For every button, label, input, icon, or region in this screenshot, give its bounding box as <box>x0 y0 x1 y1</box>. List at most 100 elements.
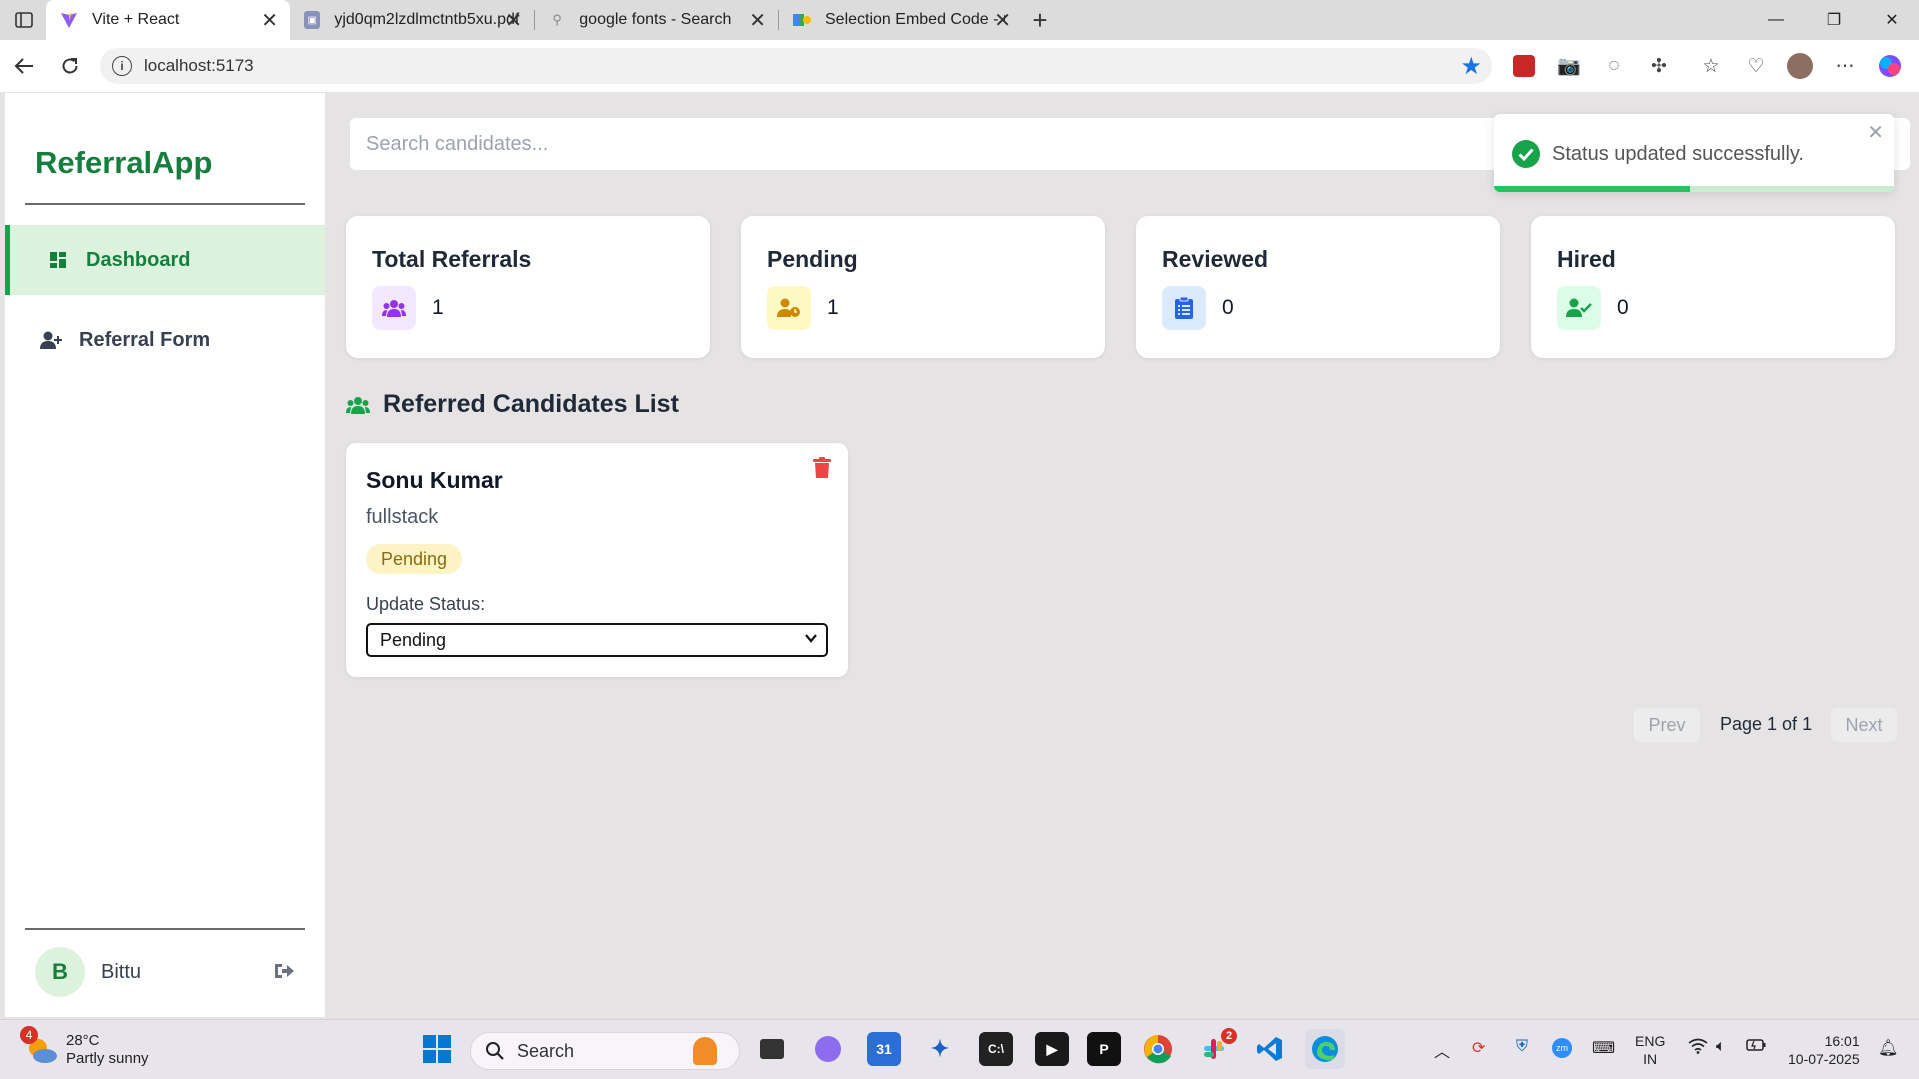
stat-title: Pending <box>767 246 858 272</box>
chrome-icon[interactable] <box>1141 1032 1175 1066</box>
candidate-card: Sonu Kumar fullstack Pending Update Stat… <box>346 443 848 677</box>
clipboard-list-icon <box>1162 286 1206 330</box>
weather-partly-sunny-icon: 4 <box>20 1026 60 1068</box>
notifications-icon[interactable]: 🔔︎ <box>1878 1038 1898 1058</box>
toast-notification: Status updated successfully. ✕ <box>1494 114 1894 192</box>
sidebar-item-dashboard[interactable]: Dashboard <box>5 225 325 295</box>
chevron-down-icon <box>805 634 817 643</box>
minimize-icon[interactable]: — <box>1756 6 1796 34</box>
taskbar-search[interactable]: Search <box>470 1032 740 1070</box>
prev-page-button[interactable]: Prev <box>1634 708 1700 742</box>
candidate-role: fullstack <box>366 506 439 528</box>
zoom-icon[interactable]: zm <box>1552 1038 1572 1058</box>
favorite-star-icon[interactable]: ★ <box>1460 52 1482 81</box>
tab-google-search[interactable]: ⚲ google fonts - Search ✕ <box>535 0 778 40</box>
favorites-icon[interactable]: ☆ <box>1697 52 1725 80</box>
close-icon[interactable]: ✕ <box>1867 120 1884 145</box>
users-icon <box>345 396 371 414</box>
extension-red-icon[interactable] <box>1510 52 1538 80</box>
url-bar[interactable]: i localhost:5173 ★ <box>100 48 1492 84</box>
terminal-icon[interactable]: C:\ <box>979 1032 1013 1066</box>
close-tab-icon[interactable]: ✕ <box>505 8 522 33</box>
status-select[interactable]: Pending <box>366 623 828 657</box>
extensions-puzzle-icon[interactable]: ✣ <box>1645 52 1673 80</box>
weather-widget[interactable]: 4 28°C Partly sunny <box>20 1026 149 1068</box>
browser-address-bar: i localhost:5173 ★ 📷 ◌ ✣ ☆ ♡ ⋯ <box>0 40 1919 92</box>
language-indicator[interactable]: ENG IN <box>1635 1032 1665 1068</box>
profile-avatar-icon[interactable] <box>1786 52 1814 80</box>
lang-line1: ENG <box>1635 1033 1666 1049</box>
user-clock-icon <box>767 286 811 330</box>
heading-text: Referred Candidates List <box>383 390 679 418</box>
sidebar-item-referral-form[interactable]: Referral Form <box>5 305 325 375</box>
browser-tab-bar: Vite + React ✕ ▣ yjd0qm2lzdlmctntb5xu.pd… <box>0 0 1919 40</box>
app-icon-black[interactable]: P <box>1087 1032 1121 1066</box>
wifi-icon[interactable] <box>1688 1038 1708 1059</box>
copilot-taskbar-icon[interactable] <box>811 1032 845 1066</box>
back-icon[interactable] <box>8 50 40 82</box>
site-info-icon[interactable]: i <box>112 56 132 76</box>
user-name: Bittu <box>101 960 142 983</box>
windows-start-icon[interactable] <box>420 1032 454 1066</box>
stat-card-total-referrals: Total Referrals 1 <box>346 216 710 358</box>
windows-taskbar: 4 28°C Partly sunny Search 31 ✦ C:\ ▶ P … <box>0 1019 1919 1079</box>
app-icon-blue[interactable]: ✦ <box>923 1032 957 1066</box>
close-window-icon[interactable]: ✕ <box>1872 6 1912 34</box>
new-tab-icon[interactable]: + <box>1024 4 1056 36</box>
task-view-icon[interactable] <box>755 1032 789 1066</box>
tab-title: google fonts - Search <box>579 11 732 28</box>
restore-icon[interactable]: ❐ <box>1814 6 1854 34</box>
vscode-icon[interactable] <box>1253 1032 1287 1066</box>
extension-circle-icon[interactable]: ◌ <box>1600 52 1628 80</box>
volume-icon[interactable]: 🔈︎ <box>1716 1038 1726 1056</box>
search-highlight-icon <box>693 1037 717 1065</box>
sidebar: ReferralApp Dashboard Referral Form B Bi… <box>5 93 325 1017</box>
app-icon-dark[interactable]: ▶ <box>1035 1032 1069 1066</box>
tab-vite-react[interactable]: Vite + React ✕ <box>46 0 290 40</box>
stat-value: 0 <box>1222 296 1234 319</box>
dashboard-icon <box>46 252 70 268</box>
slack-icon[interactable]: 2 <box>1197 1028 1237 1066</box>
stat-value: 1 <box>432 296 444 319</box>
tab-pdf[interactable]: ▣ yjd0qm2lzdlmctntb5xu.pdf ✕ <box>290 0 534 40</box>
copilot-icon[interactable] <box>1876 52 1904 80</box>
url-text: localhost:5173 <box>144 56 254 75</box>
google-fonts-icon <box>793 11 811 29</box>
stat-card-hired: Hired 0 <box>1531 216 1895 358</box>
stat-title: Hired <box>1557 246 1616 272</box>
sidebar-item-label: Dashboard <box>86 248 191 271</box>
users-icon <box>372 286 416 330</box>
stat-title: Total Referrals <box>372 246 532 272</box>
sidebar-divider <box>25 203 305 205</box>
logout-icon[interactable] <box>273 960 295 982</box>
more-options-icon[interactable]: ⋯ <box>1831 52 1859 80</box>
tray-overflow-icon[interactable]: ︿ <box>1434 1038 1450 1062</box>
sidebar-item-label: Referral Form <box>79 328 211 351</box>
weather-temp: 28°C <box>66 1032 100 1049</box>
defender-icon[interactable]: ⛨ <box>1516 1038 1528 1056</box>
edge-icon[interactable] <box>1305 1029 1345 1069</box>
weather-desc: Partly sunny <box>66 1050 149 1067</box>
close-tab-icon[interactable]: ✕ <box>749 8 766 33</box>
close-tab-icon[interactable]: ✕ <box>994 8 1011 33</box>
keyboard-icon[interactable]: ⌨ <box>1592 1038 1615 1058</box>
clock-date: 10-07-2025 <box>1788 1051 1860 1067</box>
browser-essentials-icon[interactable]: ♡ <box>1742 52 1770 80</box>
camera-icon[interactable]: 📷 <box>1555 52 1583 80</box>
battery-icon[interactable] <box>1746 1038 1766 1057</box>
next-page-button[interactable]: Next <box>1831 708 1897 742</box>
reload-icon[interactable] <box>54 50 86 82</box>
stat-card-reviewed: Reviewed 0 <box>1136 216 1500 358</box>
status-select-value: Pending <box>380 629 447 650</box>
clock[interactable]: 16:01 10-07-2025 <box>1788 1032 1860 1068</box>
sidebar-divider <box>25 928 305 930</box>
sync-icon[interactable]: ⟳ <box>1472 1038 1485 1058</box>
trash-icon[interactable] <box>812 457 832 479</box>
search-icon <box>486 1042 504 1060</box>
tab-google-fonts[interactable]: Selection Embed Code - Google F ✕ <box>779 0 1023 40</box>
app-logo: ReferralApp <box>35 145 213 180</box>
calendar-icon[interactable]: 31 <box>867 1032 901 1066</box>
tab-actions-icon[interactable] <box>8 4 40 36</box>
close-tab-icon[interactable]: ✕ <box>261 8 278 33</box>
stat-title: Reviewed <box>1162 246 1269 272</box>
